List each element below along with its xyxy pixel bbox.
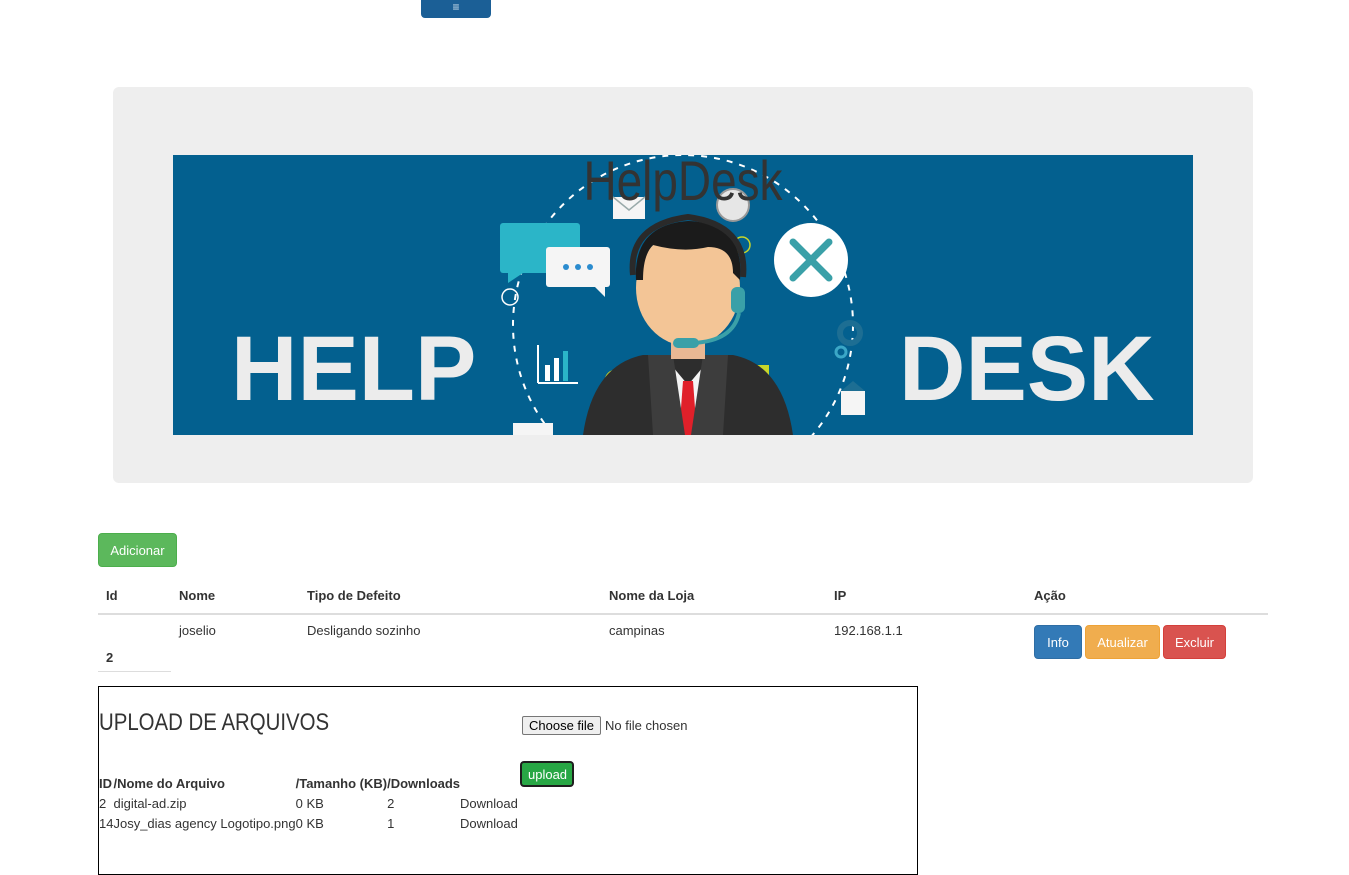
tickets-table: Id Nome Tipo de Defeito Nome da Loja IP …: [98, 577, 1268, 672]
file-name: Josy_dias agency Logotipo.png: [113, 815, 296, 831]
hero-jumbotron: HELP DESK HelpDesk: [113, 87, 1253, 483]
table-header-row: Id Nome Tipo de Defeito Nome da Loja IP …: [98, 577, 1268, 615]
update-button[interactable]: Atualizar: [1085, 625, 1160, 659]
hamburger-icon: ≡: [452, 0, 460, 14]
file-id: 2: [99, 795, 107, 811]
file-downloads: 2: [387, 795, 395, 811]
column-header-ip: IP: [826, 577, 1026, 615]
banner-desk-word: DESK: [899, 318, 1155, 420]
files-header-name: /Nome do Arquivo: [113, 775, 225, 791]
upload-button[interactable]: upload: [520, 761, 574, 787]
cell-nome-loja: campinas: [609, 623, 665, 638]
column-header-tipo-defeito: Tipo de Defeito: [299, 577, 601, 615]
upload-panel: UPLOAD DE ARQUIVOS Choose file No file c…: [98, 686, 918, 875]
cell-tipo-defeito: Desligando sozinho: [307, 623, 421, 638]
column-header-nome-loja: Nome da Loja: [601, 577, 826, 615]
page-title: HelpDesk: [583, 149, 783, 212]
column-header-nome: Nome: [171, 577, 299, 615]
file-row: 2 digital-ad.zip 0 KB 2 Download: [99, 793, 518, 813]
choose-file-button[interactable]: Choose file: [522, 716, 602, 735]
file-name: digital-ad.zip: [113, 795, 187, 811]
add-button[interactable]: Adicionar: [98, 533, 177, 567]
column-header-acao: Ação: [1026, 577, 1268, 615]
navbar-toggle-button[interactable]: ≡: [421, 0, 491, 18]
info-button[interactable]: Info: [1034, 625, 1082, 659]
delete-button[interactable]: Excluir: [1163, 625, 1226, 659]
upload-title: UPLOAD DE ARQUIVOS: [99, 709, 330, 736]
file-status-text: No file chosen: [605, 718, 688, 733]
file-input[interactable]: Choose file No file chosen: [522, 716, 687, 735]
cell-nome: joselio: [179, 623, 216, 638]
banner-help-word: HELP: [231, 318, 476, 420]
file-row: 14 Josy_dias agency Logotipo.png 0 KB 1 …: [99, 813, 518, 833]
file-size: 0 KB: [295, 795, 324, 811]
files-table: ID /Nome do Arquivo /Tamanho (KB) /Downl…: [99, 773, 518, 833]
table-row: 2 joselio Desligando sozinho campinas 19…: [98, 614, 1268, 672]
download-link[interactable]: Download: [460, 793, 518, 813]
files-header-row: ID /Nome do Arquivo /Tamanho (KB) /Downl…: [99, 773, 518, 793]
file-downloads: 1: [387, 815, 395, 831]
column-header-id: Id: [98, 577, 171, 615]
cell-ip: 192.168.1.1: [834, 623, 903, 638]
files-header-downloads: /Downloads: [387, 775, 461, 791]
file-size: 0 KB: [295, 815, 324, 831]
cell-actions: Info Atualizar Excluir: [1026, 614, 1268, 672]
files-header-id: ID: [99, 775, 112, 791]
file-id: 14: [99, 815, 114, 831]
files-header-size: /Tamanho (KB): [295, 775, 388, 791]
cell-id: 2: [98, 614, 171, 672]
download-link[interactable]: Download: [460, 813, 518, 833]
